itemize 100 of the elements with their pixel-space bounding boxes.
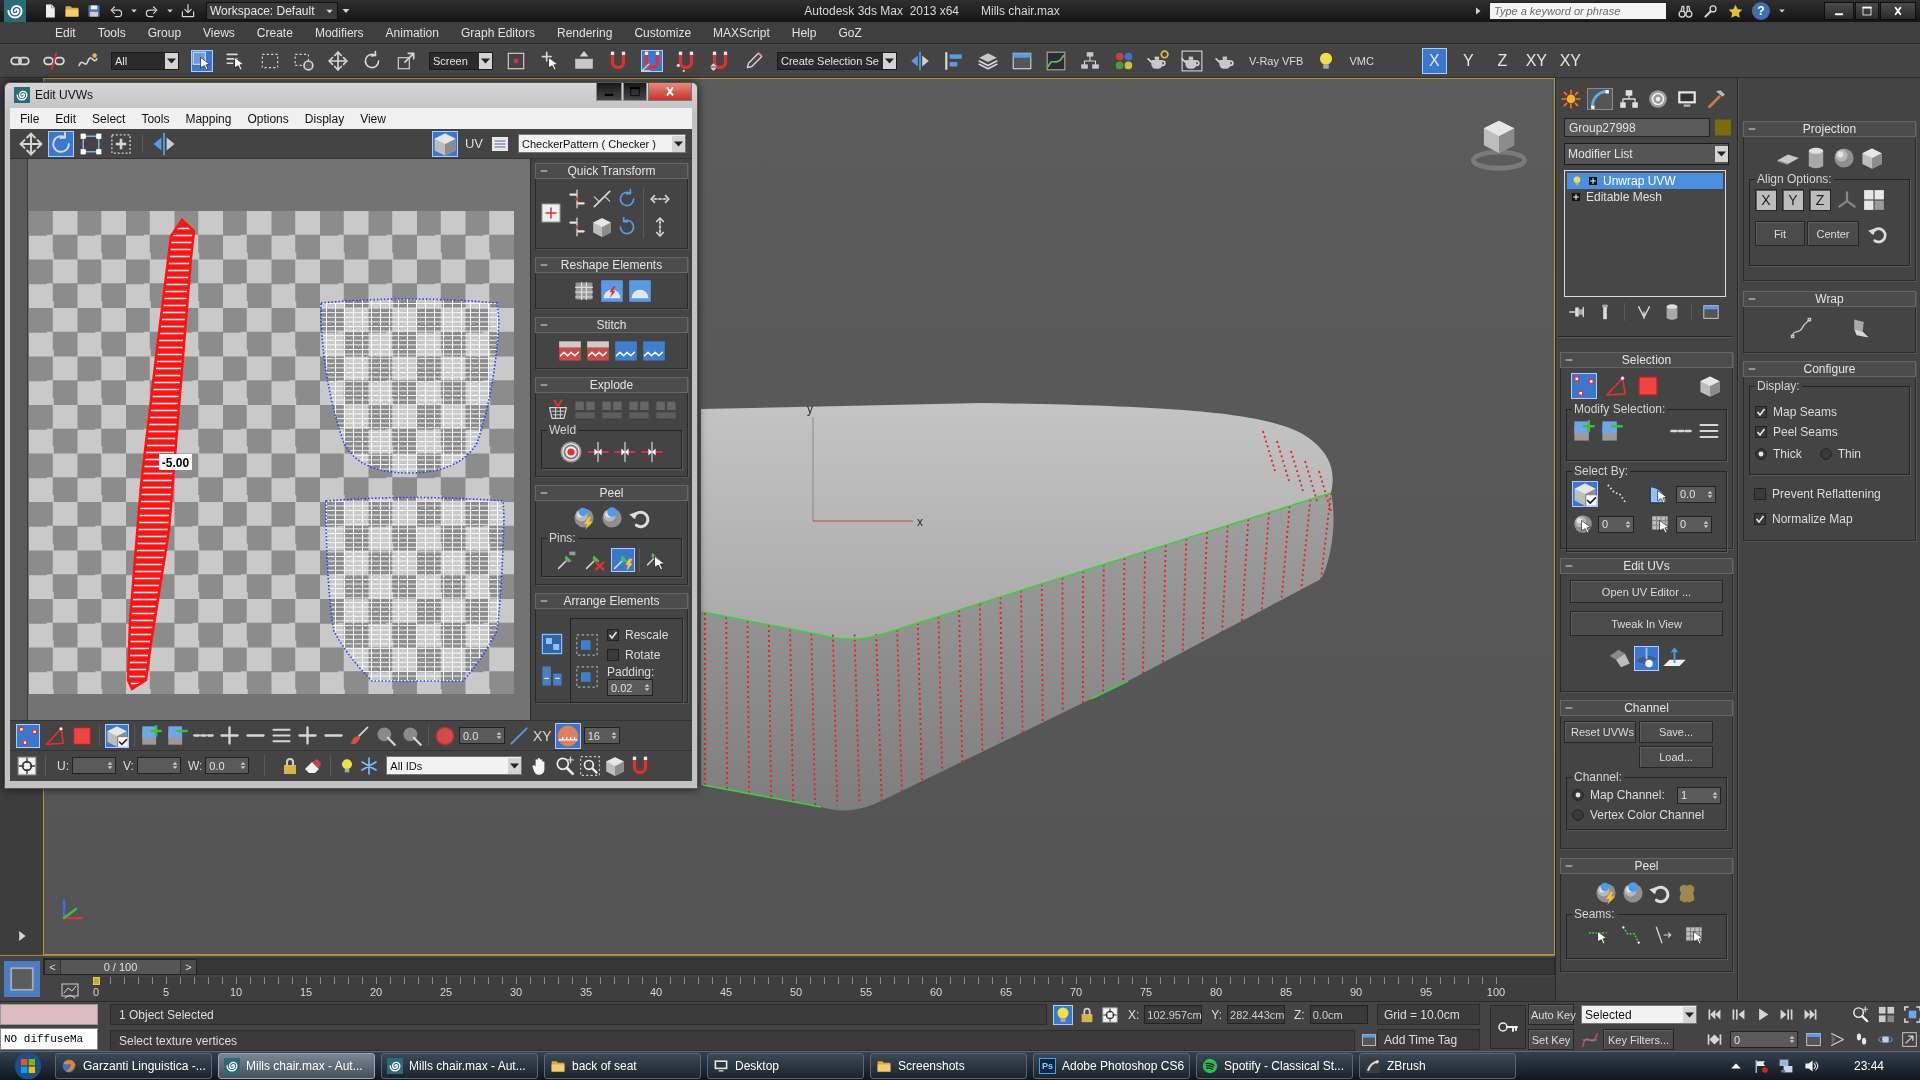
- swatch-icon[interactable]: [1715, 118, 1731, 137]
- plus-icon[interactable]: [296, 724, 319, 747]
- cube-icon[interactable]: [604, 754, 627, 777]
- spinner-field[interactable]: 0: [1676, 515, 1712, 533]
- dome-icon[interactable]: [627, 279, 652, 303]
- move-icon[interactable]: [327, 49, 349, 72]
- redo-arrow-icon[interactable]: [144, 3, 160, 19]
- sphere-bolt-icon[interactable]: [1594, 881, 1618, 905]
- sphere-cap-icon[interactable]: [599, 506, 624, 530]
- cursor-plus-icon[interactable]: [539, 49, 561, 72]
- vertex-dots-icon[interactable]: [16, 723, 40, 748]
- coordinate-field[interactable]: 282.443cm: [1227, 1005, 1286, 1024]
- move-icon[interactable]: [18, 130, 44, 157]
- menu-item[interactable]: View: [352, 111, 394, 126]
- cube-icon[interactable]: [1698, 374, 1722, 398]
- axis-button[interactable]: Y: [1455, 47, 1481, 74]
- ids-dropdown[interactable]: All IDs: [386, 756, 523, 775]
- align-axis-button[interactable]: Y: [1782, 189, 1804, 211]
- bars-tile-icon[interactable]: [540, 663, 564, 688]
- rollout-header[interactable]: Peel: [535, 485, 688, 501]
- skip-start-icon[interactable]: [1706, 1006, 1723, 1023]
- taskbar-button[interactable]: Garzanti Linguistica -...: [55, 1053, 212, 1079]
- coordinate-field[interactable]: [72, 757, 116, 774]
- toolbar-dropdown[interactable]: Screen: [429, 51, 493, 70]
- toolbar-label[interactable]: V-Ray VFB: [1249, 54, 1304, 67]
- radio-button[interactable]: [1819, 448, 1832, 460]
- coordinate-field[interactable]: 0.0cm: [1309, 1005, 1368, 1024]
- start-orb-icon[interactable]: [13, 1052, 42, 1080]
- curve-graph-icon[interactable]: [1045, 49, 1067, 72]
- menu-item[interactable]: Tools: [133, 111, 178, 126]
- wedge-icon[interactable]: [1829, 1031, 1846, 1048]
- radio-button[interactable]: [1755, 448, 1767, 460]
- align-axis-button[interactable]: X: [1755, 189, 1777, 211]
- diagonal-lines-icon[interactable]: [591, 188, 613, 210]
- squares-tile-icon[interactable]: [540, 631, 564, 656]
- menu-item[interactable]: GoZ: [827, 25, 873, 40]
- sphere-icon[interactable]: [1831, 146, 1856, 170]
- framed-teapot-icon[interactable]: [1181, 49, 1203, 72]
- plus-box-icon[interactable]: [1571, 192, 1581, 202]
- cube-icon[interactable]: [1859, 146, 1884, 170]
- cube-check-icon[interactable]: [1572, 481, 1598, 507]
- texture-dropdown[interactable]: CheckerPattern ( Checker ): [518, 134, 686, 153]
- target-square-icon[interactable]: [1101, 1005, 1119, 1024]
- taskbar-button[interactable]: Ps Adobe Photoshop CS6: [1033, 1053, 1190, 1079]
- tripod-icon[interactable]: [1836, 189, 1858, 211]
- checkbox[interactable]: [1755, 426, 1767, 438]
- time-slider-thumb[interactable]: < 0 / 100 >: [44, 958, 197, 975]
- save-button[interactable]: Save...: [1639, 721, 1713, 743]
- ruler-circle-icon[interactable]: [554, 722, 581, 749]
- align-axis-button[interactable]: Z: [1809, 189, 1831, 211]
- taskbar-button[interactable]: Mills chair.max - Aut...: [218, 1053, 375, 1079]
- align-lines-icon[interactable]: [566, 216, 588, 238]
- axis-button[interactable]: XY: [533, 727, 552, 744]
- window-icon[interactable]: [1702, 303, 1720, 321]
- menu-item[interactable]: Display: [296, 111, 353, 126]
- magnifier-plus-icon[interactable]: [1851, 1005, 1870, 1024]
- object-name-field[interactable]: Group27998: [1564, 118, 1710, 137]
- network-icon[interactable]: [1777, 1058, 1794, 1074]
- zigzag-tile-icon[interactable]: [557, 339, 582, 363]
- square-tile-icon[interactable]: [3, 961, 40, 997]
- taskbar-button[interactable]: Screenshots: [870, 1053, 1027, 1079]
- cube-check-icon[interactable]: [105, 723, 129, 748]
- script-input-field[interactable]: [0, 1004, 98, 1025]
- sphere-bolt-icon[interactable]: [571, 506, 596, 530]
- uv-strip[interactable]: [126, 218, 196, 691]
- key-mode-dropdown[interactable]: Selected: [1581, 1005, 1697, 1024]
- radio-button[interactable]: [1572, 789, 1584, 801]
- taskbar-button[interactable]: Desktop: [707, 1053, 864, 1079]
- menu-item[interactable]: Views: [192, 25, 246, 40]
- toolbar-dropdown[interactable]: All: [111, 51, 179, 70]
- close-icon[interactable]: [1880, 2, 1916, 20]
- grid-tile-icon[interactable]: [1863, 189, 1885, 211]
- cube-icon[interactable]: [431, 130, 458, 157]
- brush-size-field[interactable]: 16: [583, 727, 620, 744]
- brush-icon[interactable]: [348, 724, 371, 747]
- snowflake-icon[interactable]: [359, 755, 380, 776]
- frame-field[interactable]: 0: [1730, 1031, 1798, 1048]
- zigzag-tile-icon[interactable]: [585, 339, 610, 363]
- checkbox[interactable]: [607, 629, 619, 641]
- time-slider-track[interactable]: < 0 / 100 >: [43, 958, 1555, 975]
- sphere-cursor-icon[interactable]: [1572, 513, 1594, 535]
- spline-icon[interactable]: [1788, 316, 1813, 340]
- maximize-icon[interactable]: [1855, 2, 1879, 20]
- channel-field[interactable]: 1: [1677, 786, 1721, 804]
- axis-button[interactable]: Z: [1489, 47, 1515, 74]
- sphere-brush-icon[interactable]: [374, 724, 397, 747]
- prev-frame-icon[interactable]: [1730, 1006, 1747, 1023]
- arc-icon[interactable]: [1587, 88, 1613, 110]
- light-bulb-icon[interactable]: [1053, 1004, 1073, 1025]
- sphere-cap-icon[interactable]: [1621, 881, 1645, 905]
- corner-frame-icon[interactable]: [1903, 1005, 1920, 1024]
- checkbox[interactable]: [1754, 488, 1766, 500]
- maximize-icon[interactable]: [623, 83, 647, 101]
- angle-magnet-icon[interactable]: [641, 49, 663, 72]
- shrink-minus-icon[interactable]: [1600, 419, 1624, 443]
- diamond-bars-icon[interactable]: [1706, 1031, 1723, 1048]
- coordinate-field[interactable]: 102.957cm: [1144, 1005, 1203, 1024]
- vertex-dots-icon[interactable]: [1571, 373, 1597, 399]
- menu-item[interactable]: Customize: [623, 25, 703, 40]
- taskbar-button[interactable]: back of seat: [544, 1053, 701, 1079]
